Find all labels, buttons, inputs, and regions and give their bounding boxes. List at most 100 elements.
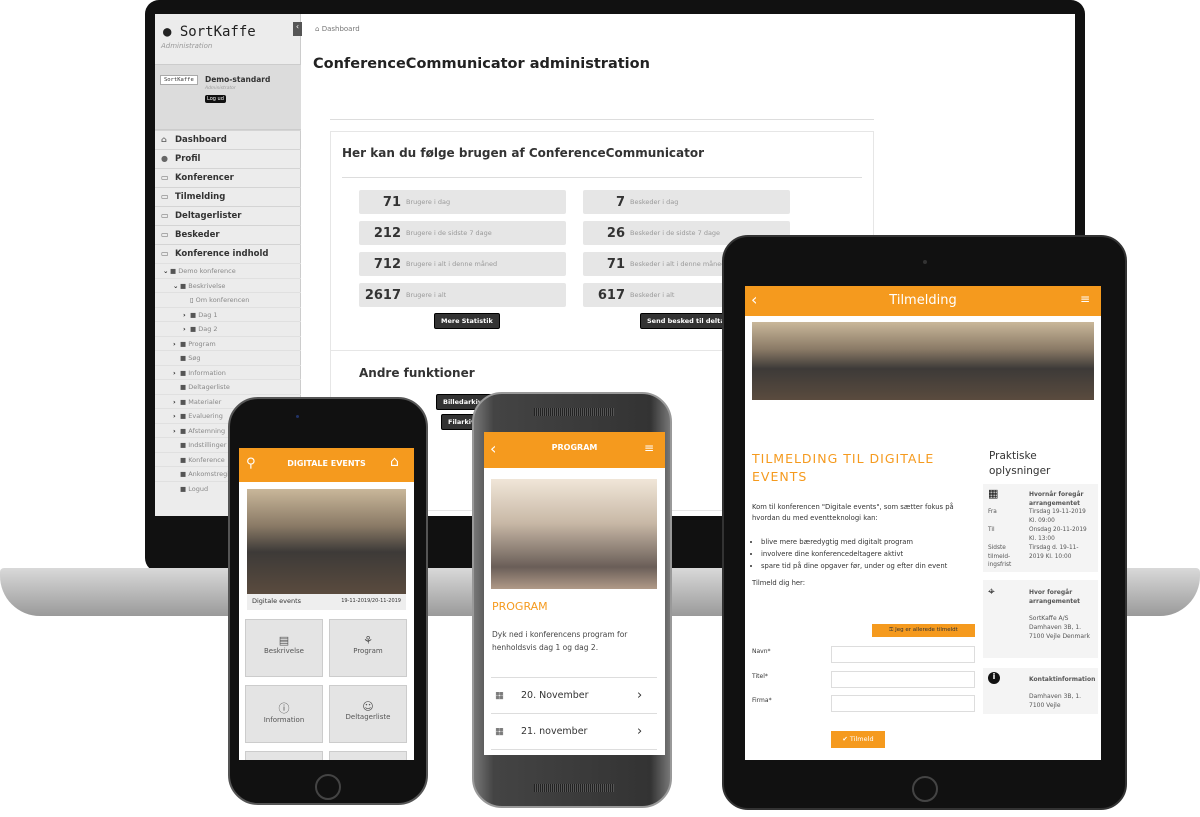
stat-label: Brugere i alt (406, 291, 447, 299)
chevron-right-icon[interactable]: › (183, 325, 190, 333)
home-icon: ⌂ (161, 135, 167, 144)
when-key: Til (988, 527, 995, 533)
tree-item[interactable]: › ■ Dag 1 (155, 306, 301, 322)
tree-item[interactable]: ■ Søg (155, 350, 301, 365)
folder-icon: ■ (190, 325, 197, 333)
navn-input[interactable] (831, 646, 975, 663)
home-button[interactable] (912, 776, 938, 802)
when-value: Tirsdag 19-11-2019 Kl. 09:00 (1029, 509, 1086, 524)
tree-item[interactable]: ▯ Om konferencen (155, 292, 301, 307)
tree-item-label: Deltagerliste (188, 383, 230, 391)
sidebar-item[interactable]: ▭ Konference indhold (155, 244, 301, 263)
tile[interactable] (245, 751, 323, 760)
tree-item[interactable]: ⌄ ■ Demo konference (155, 263, 301, 278)
phone1-screen: ⚲ DIGITALE EVENTS ⌂ Digitale events 19-1… (239, 448, 414, 760)
where-address: SortKaffe A/S Damhaven 3B, 1. 7100 Vejle… (1029, 615, 1091, 640)
chevron-down-icon[interactable]: ⌄ (163, 267, 170, 275)
home-button[interactable] (315, 774, 341, 800)
divider (342, 177, 862, 178)
folder-icon: ■ (180, 397, 187, 406)
submit-button[interactable]: ✔ Tilmeld (831, 731, 885, 748)
sidebar-item[interactable]: ▭ Deltagerlister (155, 206, 301, 225)
chevron-right-icon[interactable]: › (173, 340, 180, 348)
stat-value: 71 (606, 256, 625, 272)
when-box: ▦ Hvornår foregår arrangementet Fra Tirsd… (983, 484, 1098, 572)
tile-program[interactable]: ⚘ Program (329, 619, 407, 677)
sidebar-item[interactable]: ▭ Konferencer (155, 168, 301, 187)
titel-input[interactable] (831, 670, 975, 688)
day-item[interactable]: ▦ 20. November › (491, 677, 657, 713)
app-header: ‹ PROGRAM ≡ (484, 432, 665, 468)
when-key: Fra (988, 509, 997, 515)
folder-icon: ■ (180, 412, 187, 420)
day-item[interactable]: ▦ 21. november › (491, 713, 657, 749)
stat-value: 617 (597, 287, 625, 303)
contact-address: Damhaven 3B, 1. 7100 Vejle (1029, 693, 1082, 709)
divider (330, 119, 874, 120)
when-row: Sidste tilmeld-ingsfrist Tirsdag d. 19-11… (988, 544, 1098, 570)
stat-label: Brugere i dag (406, 198, 451, 206)
when-value: Tirsdag d. 19-11-2019 Kl. 10:00 (1029, 545, 1079, 560)
when-row: Til Onsdag 20-11-2019 Kl. 13:00 (988, 526, 1098, 543)
book-icon: ▭ (161, 173, 169, 182)
logo-subtitle: Administration (161, 42, 213, 50)
chevron-down-icon[interactable]: ⌄ (173, 282, 180, 290)
speaker-grille (534, 408, 614, 416)
book-icon: ⚘ (363, 634, 373, 647)
tree-item-label: Logud (188, 484, 209, 493)
folder-icon: ■ (180, 368, 187, 377)
app-title: PROGRAM (551, 443, 598, 452)
more-stats-button[interactable]: Mere Statistik (434, 313, 500, 329)
sidebar-item[interactable]: ● Profil (155, 149, 301, 168)
stat-value: 26 (606, 225, 625, 241)
tree-item[interactable]: › ■ Program (155, 335, 301, 351)
contact-title: Kontaktinformation (1029, 676, 1096, 683)
tree-item[interactable]: › ■ Dag 2 (155, 321, 301, 336)
tile-information[interactable]: ⓘ Information (245, 685, 323, 743)
tree-item[interactable]: ■ Deltagerliste (155, 379, 301, 394)
stat-label: Beskeder i alt i denne måned (630, 260, 726, 268)
benefit-item: blive mere bæredygtig med digitalt progr… (761, 536, 981, 548)
chevron-right-icon[interactable]: › (183, 311, 190, 319)
stat-value: 712 (373, 256, 401, 272)
sidebar-item[interactable]: ⌂ Dashboard (155, 130, 301, 149)
user-badge: SortKaffe (160, 75, 198, 85)
tile-beskrivelse[interactable]: ▤ Beskrivelse (245, 619, 323, 677)
banner-photo (752, 322, 1094, 400)
when-rows: Fra Tirsdag 19-11-2019 Kl. 09:00 Til Onsdag… (988, 508, 1098, 571)
event-card[interactable]: Digitale events 19-11-2019/20-11-2019 (247, 594, 406, 610)
folder-icon: ■ (180, 354, 187, 362)
sidebar-item[interactable]: ▭ Tilmelding (155, 187, 301, 206)
chevron-right-icon[interactable]: › (173, 369, 180, 377)
logout-button[interactable]: Log ud (205, 95, 226, 103)
sidebar-item-label: Deltagerlister (175, 211, 242, 221)
menu-icon[interactable]: ≡ (644, 441, 654, 455)
sidebar-nav: ⌂ Dashboard ● Profil ▭ Konferencer ▭ Tilmelding… (155, 130, 301, 263)
sidebar-item[interactable]: ▭ Beskeder (155, 225, 301, 244)
firma-input[interactable] (831, 695, 975, 712)
tile[interactable] (329, 751, 407, 760)
speaker-grille (534, 784, 614, 792)
chevron-right-icon[interactable]: › (173, 412, 180, 420)
panel-title: Her kan du følge brugen af ConferenceCom… (342, 146, 705, 160)
tile-deltagerliste[interactable]: ☺ Deltagerliste (329, 685, 407, 743)
sidebar-item-label: Profil (175, 154, 201, 164)
event-dates: 19-11-2019/20-11-2019 (341, 598, 401, 604)
chevron-right-icon[interactable]: › (173, 398, 180, 406)
app-title: Tilmelding (889, 293, 957, 308)
home-icon[interactable]: ⌂ (390, 454, 399, 470)
chevron-left-icon[interactable]: ‹ (293, 22, 302, 36)
tree-item[interactable]: ⌄ ■ Beskrivelse (155, 277, 301, 293)
chevron-right-icon[interactable]: › (173, 427, 180, 435)
program-text: Dyk ned i konferencens program for henho… (492, 630, 628, 652)
signup-heading: TILMELDING TIL DIGITALE EVENTS (752, 451, 935, 484)
sidebar-item-label: Dashboard (175, 135, 227, 145)
tree-item[interactable]: › ■ Information (155, 364, 301, 380)
book-icon: ▭ (161, 249, 169, 258)
already-registered-button[interactable]: ⚿ Jeg er allerede tilmeldt (872, 624, 975, 637)
signup-prompt: Tilmeld dig her: (752, 579, 806, 587)
breadcrumb-dashboard[interactable]: Dashboard (322, 25, 360, 33)
stat-label: Brugere i alt i denne måned (406, 260, 498, 268)
logo-text: SortKaffe (179, 24, 256, 40)
menu-icon[interactable]: ≡ (1080, 292, 1090, 306)
